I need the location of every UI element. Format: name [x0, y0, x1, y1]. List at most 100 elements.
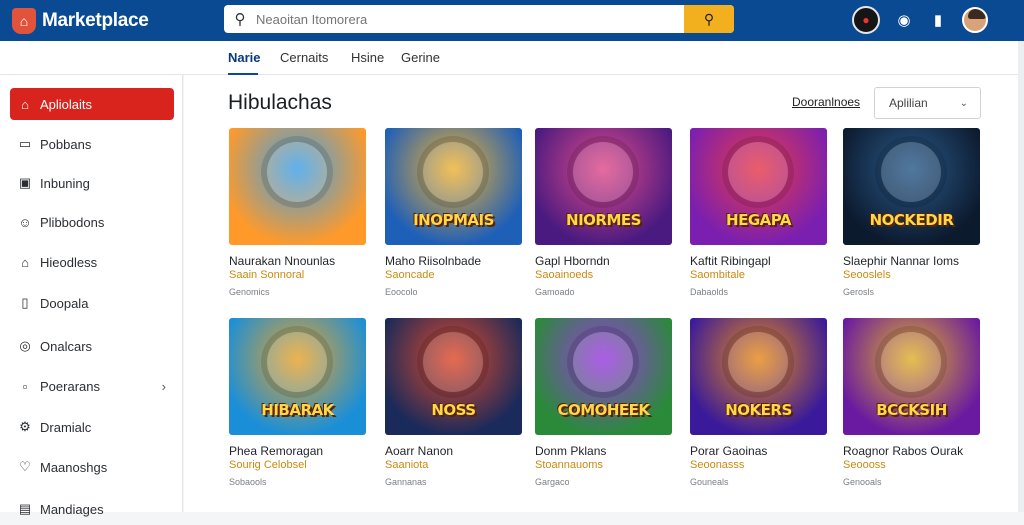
game-publisher: Seoonasss — [690, 459, 745, 471]
game-name: Porar Gaoinas — [690, 444, 768, 458]
game-meta: Gouneals — [690, 477, 729, 487]
game-card[interactable]: NOSS Aoarr Nanon Saaniota Gannanas — [385, 318, 522, 487]
game-name: Kaftit Ribingapl — [690, 254, 771, 268]
game-card[interactable]: NIORMES Gapl Hborndn Saoainoeds Gamoado — [535, 128, 672, 297]
game-thumbnail[interactable]: NOCKEDIR — [843, 128, 980, 245]
search-button[interactable]: ⚲ — [684, 5, 734, 33]
game-thumbnail[interactable]: INOPMAIS — [385, 128, 522, 245]
game-art-title: NOCKEDIR — [869, 211, 954, 229]
notification-icon[interactable]: ◉ — [894, 10, 914, 30]
sidebar-item-label: Poerarans — [40, 378, 100, 394]
folder-icon: ▫ — [22, 378, 28, 394]
game-thumbnail[interactable]: HIBARAK — [229, 318, 366, 435]
sidebar-item-label: Maanoshgs — [40, 459, 108, 475]
game-card[interactable]: BCCKSIH Roagnor Rabos Ourak Seoooss Genooal… — [843, 318, 980, 487]
game-thumbnail[interactable]: BCCKSIH — [843, 318, 980, 435]
game-meta: Gamoado — [535, 287, 575, 297]
heart-icon: ♡ — [19, 459, 31, 474]
game-character-art — [267, 142, 327, 202]
home-icon: ⌂ — [21, 96, 29, 112]
game-character-art — [267, 332, 327, 392]
chevron-right-icon: › — [161, 378, 166, 394]
sidebar-item-maanoshgs[interactable]: ♡ Maanoshgs — [10, 451, 174, 483]
top-icons: ● ◉ ▮ — [852, 6, 988, 34]
filter-value: Aplilian — [889, 96, 928, 110]
inbox-icon: ▣ — [18, 175, 32, 190]
game-card[interactable]: Naurakan Nnounlas Saain Sonnoral Genomics — [229, 128, 366, 297]
game-publisher: Saoncade — [385, 269, 435, 281]
tab-gerine[interactable]: Gerine — [401, 50, 440, 65]
settings-icon: ⚙ — [19, 419, 31, 434]
sidebar-item-plibbodons[interactable]: ☺ Plibbodons — [10, 206, 174, 238]
game-card[interactable]: NOCKEDIR Slaephir Nannar Ioms Seooslels Ger… — [843, 128, 980, 297]
game-publisher: Saombitale — [690, 269, 746, 281]
sidebar-item-mandiages[interactable]: ▤ Mandiages — [10, 493, 174, 525]
game-meta: Eoocolo — [385, 287, 418, 297]
game-name: Roagnor Rabos Ourak — [843, 444, 964, 458]
game-card[interactable]: COMOHEEK Donm Pklans Stoannauoms Gargaco — [535, 318, 672, 487]
game-character-art — [573, 332, 633, 392]
game-thumbnail[interactable]: NOKERS — [690, 318, 827, 435]
profile-avatar[interactable]: ● — [852, 6, 880, 34]
sidebar-item-label: Plibbodons — [40, 214, 105, 230]
sidebar-item-doopala[interactable]: ▯ Doopala — [10, 287, 174, 319]
sidebar-item-onalcars[interactable]: ◎ Onalcars — [10, 330, 174, 362]
game-publisher: Stoannauoms — [535, 459, 603, 471]
filter-select[interactable]: Aplilian ⌄ — [874, 87, 981, 119]
app-logo[interactable]: ⌂ Marketplace — [12, 7, 217, 34]
tab-cernaits[interactable]: Cernaits — [280, 50, 328, 65]
sidebar-item-label: Apliolaits — [40, 96, 93, 112]
game-publisher: Saaniota — [385, 459, 429, 471]
sidebar-item-label: Dramialc — [40, 419, 92, 435]
search-bar: ⚲ ⚲ — [224, 5, 734, 33]
sidebar-item-label: Pobbans — [40, 136, 92, 152]
game-character-art — [881, 142, 941, 202]
game-character-art — [881, 332, 941, 392]
scrollbar[interactable] — [1018, 41, 1024, 512]
sidebar-item-label: Doopala — [40, 295, 89, 311]
game-art-title: NIORMES — [566, 211, 641, 229]
game-meta: Gerosls — [843, 287, 875, 297]
game-name: Phea Remoragan — [229, 444, 324, 458]
game-name: Naurakan Nnounlas — [229, 254, 336, 268]
game-card[interactable]: NOKERS Porar Gaoinas Seoonasss Gouneals — [690, 318, 827, 487]
sidebar-item-inbuning[interactable]: ▣ Inbuning — [10, 167, 174, 199]
main-content: Hibulachas Dooranlnoes Aplilian ⌄ Naurak… — [184, 75, 1018, 512]
sidebar-item-poerarans[interactable]: ▫ Poerarans › — [10, 370, 174, 402]
chat-icon: ▭ — [18, 136, 32, 151]
game-card[interactable]: HEGAPA Kaftit Ribingapl Saombitale Dabaolds — [690, 128, 827, 297]
user-avatar[interactable] — [962, 7, 988, 33]
game-thumbnail[interactable]: NOSS — [385, 318, 522, 435]
document-icon: ▯ — [21, 295, 29, 310]
game-art-title: HIBARAK — [261, 401, 334, 419]
sidebar-item-label: Onalcars — [40, 338, 93, 354]
game-thumbnail[interactable]: HEGAPA — [690, 128, 827, 245]
game-art-title: INOPMAIS — [413, 211, 494, 229]
building-icon: ⌂ — [21, 254, 29, 270]
sidebar-item-label: Hieodless — [40, 254, 98, 270]
search-input[interactable] — [256, 5, 684, 33]
game-character-art — [573, 142, 633, 202]
tab-hsine[interactable]: Hsine — [351, 50, 384, 65]
sidebar-item-apliolaits[interactable]: ⌂ Apliolaits — [10, 88, 174, 120]
sidebar-item-label: Mandiages — [40, 501, 104, 517]
game-thumbnail[interactable]: NIORMES — [535, 128, 672, 245]
bookmark-icon[interactable]: ▮ — [928, 10, 948, 30]
game-meta: Dabaolds — [690, 287, 729, 297]
game-name: Slaephir Nannar Ioms — [843, 254, 960, 268]
sort-link[interactable]: Dooranlnoes — [792, 95, 860, 109]
game-publisher: Saain Sonnoral — [229, 269, 305, 281]
game-art-title: NOKERS — [725, 401, 792, 419]
game-card[interactable]: INOPMAIS Maho Riisolnbade Saoncade Eoocolo — [385, 128, 522, 297]
sub-nav: Narie Cernaits Hsine Gerine — [0, 41, 1024, 75]
game-thumbnail[interactable]: COMOHEEK — [535, 318, 672, 435]
tab-narie[interactable]: Narie — [228, 50, 261, 65]
game-meta: Gannanas — [385, 477, 427, 487]
sidebar-item-hieodless[interactable]: ⌂ Hieodless — [10, 246, 174, 278]
sidebar-item-dramialc[interactable]: ⚙ Dramialc — [10, 411, 174, 443]
game-meta: Genooals — [843, 477, 882, 487]
sidebar-item-pobbans[interactable]: ▭ Pobbans — [10, 128, 174, 160]
game-art-title: HEGAPA — [726, 211, 791, 229]
game-card[interactable]: HIBARAK Phea Remoragan Sourig Celobsel Soba… — [229, 318, 366, 487]
game-thumbnail[interactable] — [229, 128, 366, 245]
